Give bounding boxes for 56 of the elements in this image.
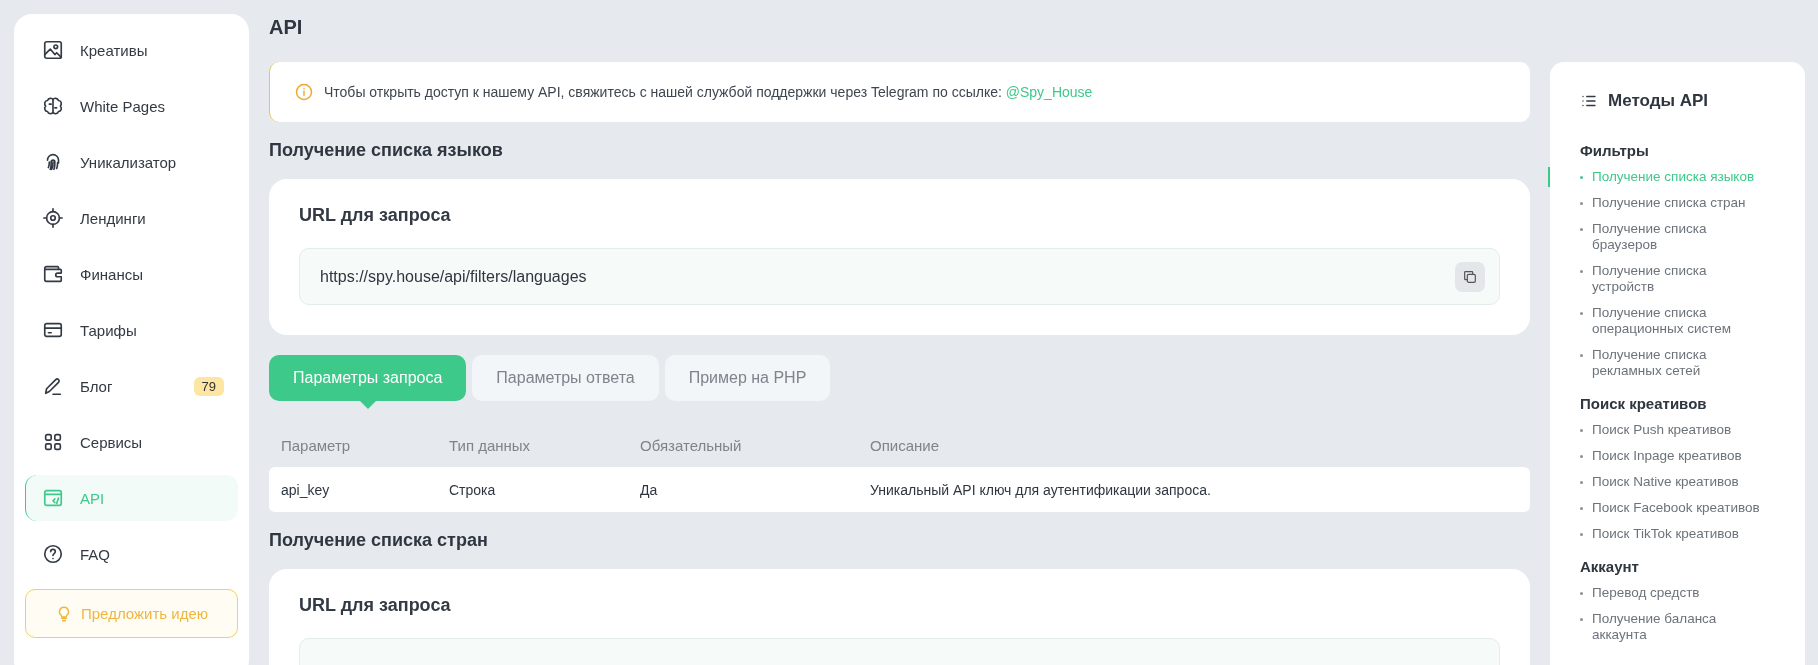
group-heading: Поиск креативов	[1580, 395, 1708, 412]
column-header: Описание	[870, 436, 941, 454]
method-link[interactable]: Получение списка операционных систем	[1580, 305, 1764, 337]
sidebar-item[interactable]: Лендинги	[25, 195, 238, 241]
copy-icon	[1462, 268, 1478, 285]
section-heading: Получение списка стран	[269, 529, 489, 552]
sidebar-item[interactable]: FAQ	[25, 531, 238, 577]
tab-pointer	[359, 401, 376, 409]
active-indicator	[1548, 167, 1550, 187]
image-icon	[42, 39, 64, 61]
copy-button[interactable]	[1455, 261, 1485, 292]
table-cell-text: Уникальный API ключ для аутентификации запроса.	[870, 481, 1212, 498]
method-link[interactable]: Получение списка рекламных сетей	[1580, 347, 1764, 379]
page-title: API	[269, 15, 304, 40]
method-link[interactable]: Получение списка стран	[1580, 195, 1764, 211]
notice-text: Чтобы открыть доступ к нашему API, свяжитесь с нашей службой поддержки через Telegram по ссылке: @Spy_House	[324, 84, 1093, 100]
group-heading: Фильтры	[1580, 142, 1650, 159]
method-link[interactable]: Получение списка браузеров	[1580, 221, 1764, 253]
tab[interactable]: Параметры ответа	[472, 355, 659, 401]
count-badge: 79	[193, 376, 224, 396]
method-link[interactable]: Поиск Native креативов	[1580, 474, 1764, 490]
method-link[interactable]: Получение списка устройств	[1580, 263, 1764, 295]
panel-title: Методы API	[1608, 91, 1709, 111]
table-cell-text: api_key	[281, 481, 331, 498]
tab[interactable]: Пример на PHP	[664, 355, 831, 401]
column-header: Обязательный	[640, 436, 743, 454]
column-header: Тип данных	[449, 436, 532, 454]
method-link[interactable]: Поиск Facebook креативов	[1580, 500, 1764, 516]
url-label: URL для запроса	[299, 205, 452, 226]
section-heading: Получение списка языков	[269, 139, 504, 162]
table-cell-text: Да	[640, 481, 659, 498]
sidebar-item[interactable]: Финансы	[25, 251, 238, 297]
url-field[interactable]: https://spy.house/api/filters/languages	[299, 248, 1500, 305]
sidebar-item[interactable]: Блог 79	[25, 363, 238, 409]
table-cell-text: Строка	[449, 481, 497, 498]
method-link[interactable]: Перевод средств	[1580, 585, 1764, 601]
target-icon	[42, 207, 64, 229]
sidebar-item[interactable]: White Pages	[25, 83, 238, 129]
url-label: URL для запроса	[299, 595, 452, 616]
sidebar-item[interactable]: Тарифы	[25, 307, 238, 353]
sidebar-item[interactable]: Уникализатор	[25, 139, 238, 185]
code-window-icon	[42, 487, 64, 509]
sidebar-item[interactable]: Сервисы	[25, 419, 238, 465]
brain-icon	[42, 95, 64, 117]
column-header: Параметр	[281, 436, 352, 454]
grid-icon	[42, 431, 64, 453]
pen-icon	[42, 375, 64, 397]
info-icon	[294, 82, 314, 102]
method-link[interactable]: Поиск Push креативов	[1580, 422, 1764, 438]
sidebar-item[interactable]: Креативы	[25, 27, 238, 73]
method-link[interactable]: Поиск TikTok креативов	[1580, 526, 1764, 542]
wallet-icon	[42, 263, 64, 285]
method-link[interactable]: Поиск Inpage креативов	[1580, 448, 1764, 464]
method-link[interactable]: Получение баланса аккаунта	[1580, 611, 1764, 643]
group-heading: Аккаунт	[1580, 558, 1640, 575]
question-icon	[42, 543, 64, 565]
